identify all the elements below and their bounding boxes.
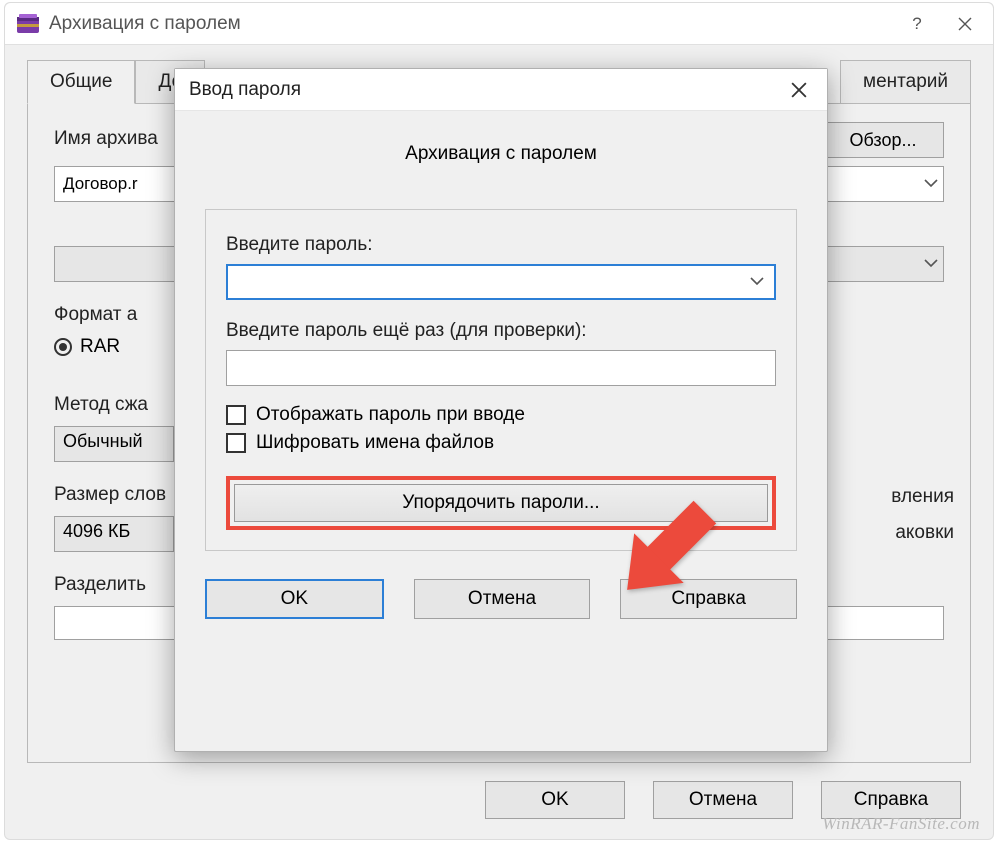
dialog-titlebar: Ввод пароля bbox=[175, 69, 827, 111]
chevron-down-icon[interactable] bbox=[924, 255, 938, 273]
tab-comment-stub[interactable]: ментарий bbox=[840, 60, 971, 103]
close-button[interactable] bbox=[941, 4, 989, 44]
checkbox-icon bbox=[226, 405, 246, 425]
encrypt-names-label: Шифровать имена файлов bbox=[256, 432, 494, 454]
main-ok-button[interactable]: OK bbox=[485, 781, 625, 819]
browse-button[interactable]: Обзор... bbox=[822, 122, 944, 158]
show-password-label: Отображать пароль при вводе bbox=[256, 404, 525, 426]
radio-selected-icon bbox=[54, 338, 72, 356]
organize-highlight: Упорядочить пароли... bbox=[226, 476, 776, 530]
watermark: WinRAR-FanSite.com bbox=[822, 814, 980, 834]
help-button[interactable]: ? bbox=[893, 4, 941, 44]
chevron-down-icon[interactable] bbox=[924, 175, 938, 193]
dialog-cancel-button[interactable]: Отмена bbox=[414, 579, 591, 619]
dict-size-dropdown[interactable]: 4096 КБ bbox=[54, 516, 174, 552]
main-titlebar: Архивация с паролем ? bbox=[5, 3, 993, 45]
chevron-down-icon[interactable] bbox=[750, 273, 764, 291]
checkbox-icon bbox=[226, 433, 246, 453]
password-input[interactable] bbox=[226, 264, 776, 300]
format-rar-label: RAR bbox=[80, 336, 120, 358]
confirm-password-label: Введите пароль ещё раз (для проверки): bbox=[226, 320, 776, 342]
encrypt-names-checkbox[interactable]: Шифровать имена файлов bbox=[226, 432, 776, 454]
show-password-checkbox[interactable]: Отображать пароль при вводе bbox=[226, 404, 776, 426]
confirm-password-input[interactable] bbox=[226, 350, 776, 386]
dialog-close-button[interactable] bbox=[777, 70, 821, 110]
dialog-footer: OK Отмена Справка bbox=[205, 579, 797, 619]
peek-update-label: вления bbox=[891, 486, 954, 508]
tab-general[interactable]: Общие bbox=[27, 60, 135, 104]
peek-pack-label: аковки bbox=[895, 522, 954, 544]
dialog-help-button[interactable]: Справка bbox=[620, 579, 797, 619]
password-dialog: Ввод пароля Архивация с паролем Введите … bbox=[174, 68, 828, 752]
dialog-ok-button[interactable]: OK bbox=[205, 579, 384, 619]
enter-password-label: Введите пароль: bbox=[226, 234, 776, 256]
dialog-title: Ввод пароля bbox=[189, 79, 777, 101]
main-cancel-button[interactable]: Отмена bbox=[653, 781, 793, 819]
dialog-heading: Архивация с паролем bbox=[205, 143, 797, 165]
organize-passwords-button[interactable]: Упорядочить пароли... bbox=[234, 484, 768, 522]
winrar-icon bbox=[15, 11, 41, 37]
method-dropdown[interactable]: Обычный bbox=[54, 426, 174, 462]
password-group: Введите пароль: Введите пароль ещё раз (… bbox=[205, 209, 797, 551]
main-window-title: Архивация с паролем bbox=[49, 13, 893, 35]
